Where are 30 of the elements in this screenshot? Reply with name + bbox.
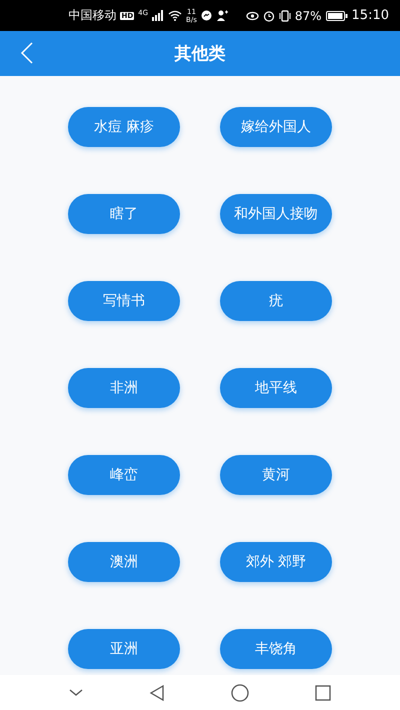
category-button[interactable]: 澳洲 <box>68 542 180 582</box>
category-button[interactable]: 非洲 <box>68 368 180 408</box>
carrier-name: 中国移动 <box>68 7 116 24</box>
category-button[interactable]: 丰饶角 <box>220 629 332 669</box>
vibrate-icon <box>278 10 291 22</box>
category-button[interactable]: 郊外 郊野 <box>220 542 332 582</box>
category-button[interactable]: 瞎了 <box>68 194 180 234</box>
category-button[interactable]: 峰峦 <box>68 455 180 495</box>
signal-icon <box>152 10 164 21</box>
category-button[interactable]: 写情书 <box>68 281 180 321</box>
chevron-down-icon[interactable] <box>69 688 83 696</box>
eye-icon <box>246 10 259 21</box>
home-icon[interactable] <box>231 684 249 702</box>
category-button[interactable]: 黄河 <box>220 455 332 495</box>
page-title: 其他类 <box>174 43 226 65</box>
person-add-icon <box>216 10 228 21</box>
recent-apps-icon[interactable] <box>315 684 331 700</box>
messenger-icon <box>200 10 212 21</box>
category-button[interactable]: 地平线 <box>220 368 332 408</box>
category-button[interactable]: 疣 <box>220 281 332 321</box>
category-button[interactable]: 和外国人接吻 <box>220 194 332 234</box>
alarm-icon <box>262 10 275 22</box>
battery-icon <box>326 10 348 20</box>
wifi-icon <box>168 10 182 21</box>
battery-percent: 87% <box>294 8 322 22</box>
clock: 15:10 <box>352 8 389 23</box>
back-icon[interactable] <box>149 684 165 700</box>
category-button[interactable]: 水痘 麻疹 <box>68 107 180 147</box>
category-button[interactable]: 嫁给外国人 <box>220 107 332 147</box>
category-button[interactable]: 亚洲 <box>68 629 180 669</box>
